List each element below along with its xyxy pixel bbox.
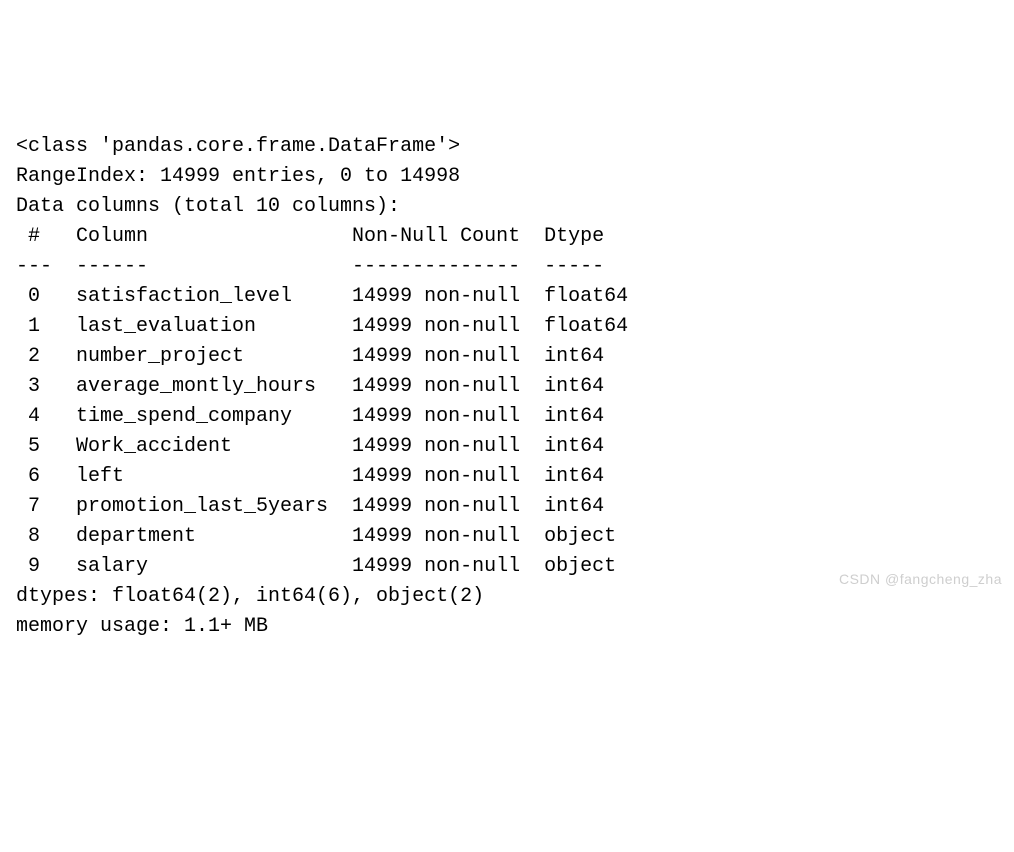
table-divider-row: --- ------ -------------- -----	[16, 255, 604, 278]
dataframe-info-output: <class 'pandas.core.frame.DataFrame'> Ra…	[16, 132, 998, 642]
memory-usage: memory usage: 1.1+ MB	[16, 615, 268, 638]
dtypes-summary: dtypes: float64(2), int64(6), object(2)	[16, 585, 484, 608]
table-body: 0 satisfaction_level 14999 non-null floa…	[16, 285, 628, 578]
class-line: <class 'pandas.core.frame.DataFrame'>	[16, 135, 460, 158]
index-line: RangeIndex: 14999 entries, 0 to 14998	[16, 165, 460, 188]
watermark: CSDN @fangcheng_zha	[839, 569, 1002, 590]
columns-header: Data columns (total 10 columns):	[16, 195, 400, 218]
table-header-row: # Column Non-Null Count Dtype	[16, 225, 604, 248]
